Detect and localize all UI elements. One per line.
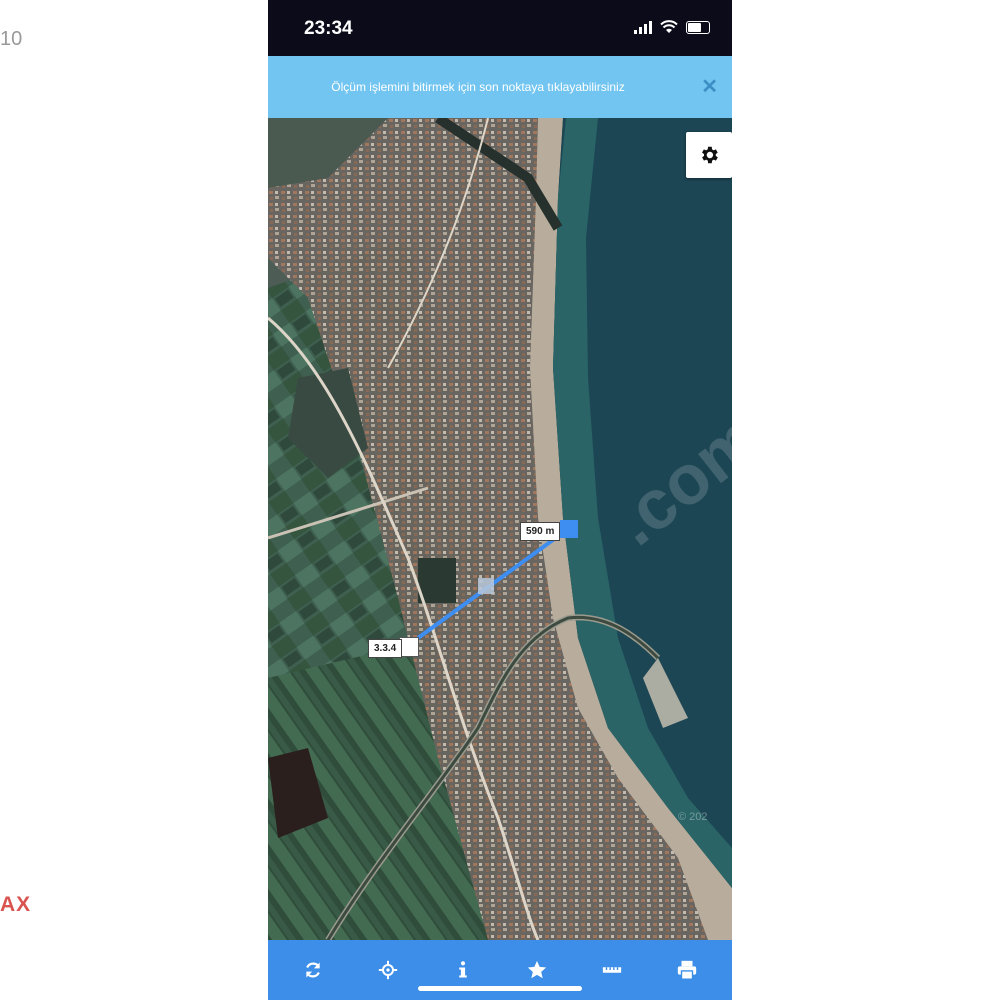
- battery-icon: [686, 20, 710, 34]
- locate-icon: [378, 960, 398, 980]
- distance-label-end: 590 m: [520, 522, 561, 541]
- measure-button[interactable]: [592, 950, 632, 990]
- close-icon[interactable]: ✕: [701, 74, 718, 99]
- settings-button[interactable]: [686, 132, 732, 178]
- distance-label-start: 3.3.4: [368, 639, 403, 658]
- info-icon: [458, 961, 467, 978]
- map-copyright: © 202: [678, 811, 708, 823]
- phone-screen: 23:34 Ölçüm işlemini bitirmek için son n…: [268, 0, 732, 1000]
- info-banner: Ölçüm işlemini bitirmek için son noktaya…: [268, 56, 732, 118]
- bottom-toolbar: [268, 940, 732, 1000]
- ruler-icon: [602, 967, 622, 973]
- status-bar: 23:34: [268, 0, 732, 56]
- favorite-button[interactable]: [517, 950, 557, 990]
- satellite-map[interactable]: 590 m 3.3.4 .com © 202: [268, 118, 732, 940]
- refresh-button[interactable]: [293, 950, 333, 990]
- status-icons: [634, 20, 710, 34]
- measure-endpoint-end[interactable]: [560, 520, 578, 538]
- signal-icon: [634, 20, 652, 34]
- wifi-icon: [660, 20, 678, 33]
- measure-midpoint-handle[interactable]: [478, 578, 494, 594]
- status-time: 23:34: [304, 18, 353, 39]
- gear-icon: [702, 146, 718, 164]
- home-indicator[interactable]: [418, 986, 582, 991]
- banner-text: Ölçüm işlemini bitirmek için son noktaya…: [331, 80, 625, 94]
- print-icon: [677, 960, 696, 980]
- info-button[interactable]: [443, 950, 483, 990]
- locate-button[interactable]: [368, 950, 408, 990]
- print-button[interactable]: [667, 950, 707, 990]
- star-icon: [528, 960, 547, 979]
- edge-text-top: 10: [0, 28, 23, 50]
- refresh-icon: [306, 962, 321, 978]
- edge-text-bottom: AX: [0, 893, 32, 916]
